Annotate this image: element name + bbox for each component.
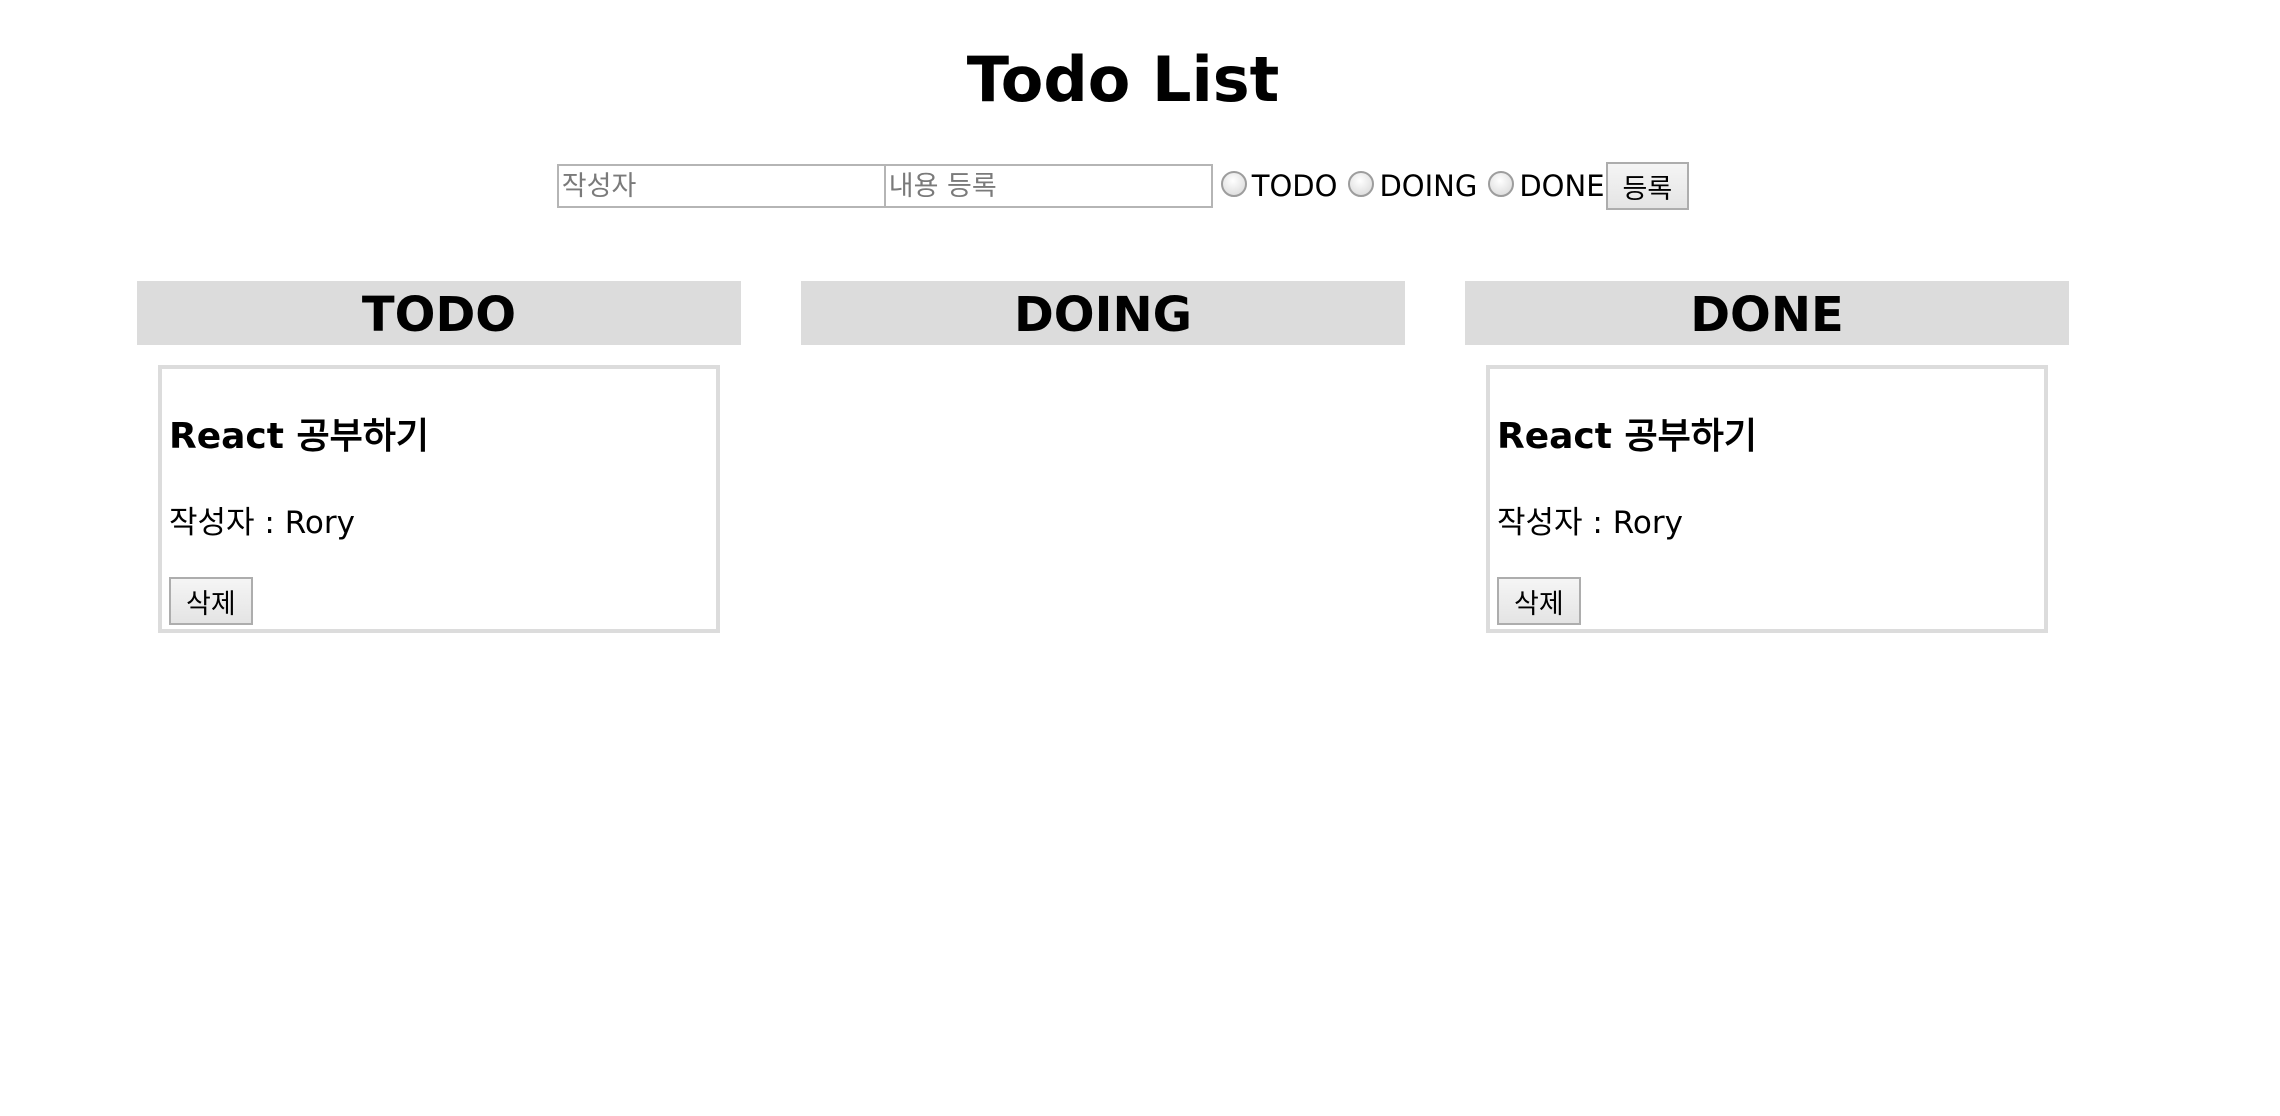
- radio-circle-icon[interactable]: [1220, 171, 1247, 197]
- column-header-todo: TODO: [137, 281, 741, 345]
- content-input[interactable]: [884, 164, 1213, 208]
- column-done: DONE React 공부하기 작성자 : Rory 삭제: [1465, 281, 2069, 633]
- status-radio-label: TODO: [1251, 169, 1338, 203]
- radio-circle-icon[interactable]: [1348, 171, 1375, 197]
- column-todo: TODO React 공부하기 작성자 : Rory 삭제: [137, 281, 741, 633]
- column-header-done: DONE: [1465, 281, 2069, 345]
- card-author: 작성자 : Rory: [1497, 505, 1683, 541]
- status-radio-label: DOING: [1379, 169, 1478, 203]
- radio-circle-icon[interactable]: [1488, 171, 1515, 197]
- todo-form: TODO DOING DONE 등록: [0, 161, 2246, 211]
- status-radio-done[interactable]: DONE: [1488, 169, 1605, 203]
- page-title: Todo List: [966, 43, 1280, 116]
- todo-app: Todo List TODO DOING DONE 등록 TODO React …: [0, 0, 2280, 1116]
- todo-card: React 공부하기 작성자 : Rory 삭제: [158, 365, 720, 633]
- column-doing: DOING: [801, 281, 1405, 345]
- status-radio-label: DONE: [1519, 169, 1605, 203]
- delete-button[interactable]: 삭제: [1497, 577, 1581, 625]
- status-radio-group: TODO DOING DONE: [1220, 169, 1605, 203]
- delete-button[interactable]: 삭제: [169, 577, 253, 625]
- status-radio-todo[interactable]: TODO: [1220, 169, 1338, 203]
- card-title: React 공부하기: [1497, 416, 1757, 457]
- column-header-doing: DOING: [801, 281, 1405, 345]
- todo-card: React 공부하기 작성자 : Rory 삭제: [1486, 365, 2048, 633]
- card-author: 작성자 : Rory: [169, 505, 355, 541]
- status-radio-doing[interactable]: DOING: [1348, 169, 1477, 203]
- card-title: React 공부하기: [169, 416, 429, 457]
- author-input[interactable]: [556, 164, 885, 208]
- submit-button[interactable]: 등록: [1605, 162, 1690, 210]
